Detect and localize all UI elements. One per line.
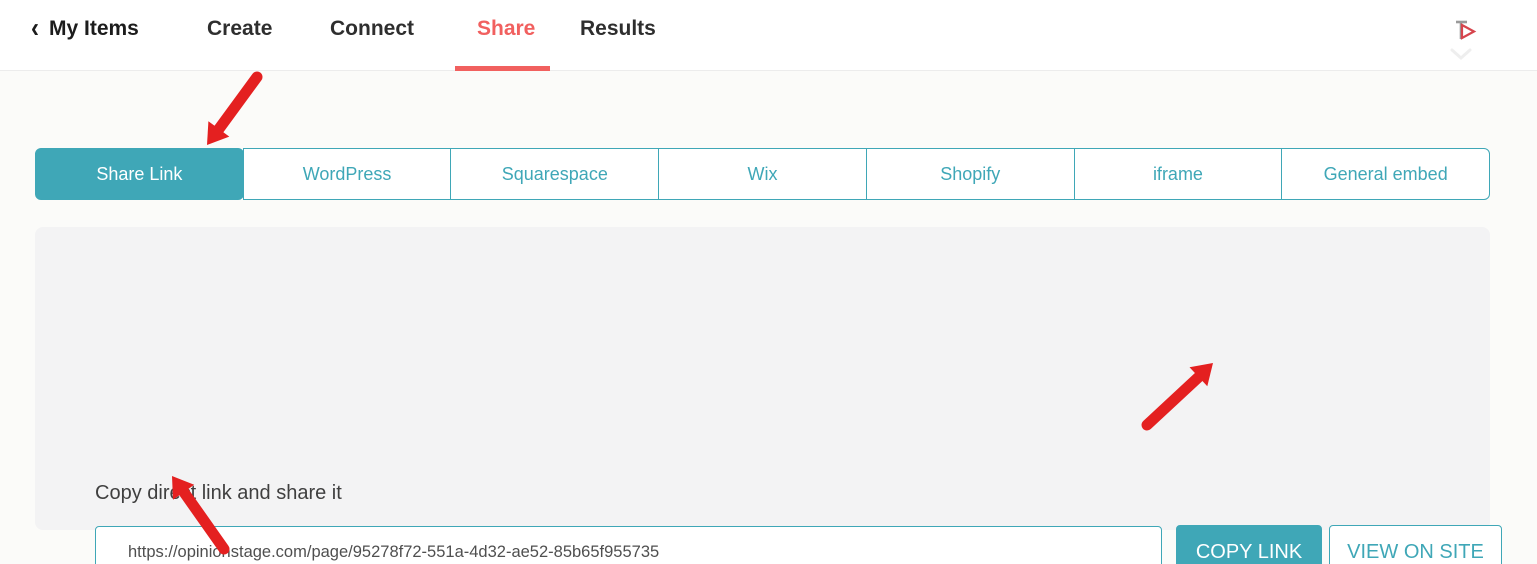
view-on-site-button[interactable]: VIEW ON SITE xyxy=(1329,525,1502,564)
tab-shopify[interactable]: Shopify xyxy=(865,148,1075,200)
chevron-left-icon: ‹ xyxy=(31,12,39,44)
tab-wix[interactable]: Wix xyxy=(658,148,867,200)
tab-general-embed[interactable]: General embed xyxy=(1281,148,1491,200)
top-navigation-bar: ‹ My Items Create Connect Share Results xyxy=(0,0,1537,71)
direct-link-input[interactable] xyxy=(95,526,1162,564)
nav-item-create[interactable]: Create xyxy=(207,17,272,41)
tab-iframe[interactable]: iframe xyxy=(1073,148,1283,200)
back-link-label: My Items xyxy=(49,17,139,40)
share-link-panel: Copy direct link and share it COPY LINK … xyxy=(35,227,1502,564)
panel-heading: Copy direct link and share it xyxy=(95,482,342,504)
copy-link-button[interactable]: COPY LINK xyxy=(1176,525,1322,564)
share-method-tabs: Share Link WordPress Squarespace Wix Sho… xyxy=(35,148,1491,200)
nav-item-share[interactable]: Share xyxy=(477,17,535,41)
tab-squarespace[interactable]: Squarespace xyxy=(450,148,660,200)
nav-item-results[interactable]: Results xyxy=(580,17,656,41)
active-nav-underline xyxy=(455,66,550,71)
annotation-arrow-share-link-tab xyxy=(207,71,263,145)
back-to-my-items-link[interactable]: ‹ My Items xyxy=(31,12,139,44)
tab-share-link[interactable]: Share Link xyxy=(35,148,244,200)
text-cursor-play-icon xyxy=(1456,20,1477,40)
tab-wordpress[interactable]: WordPress xyxy=(242,148,452,200)
share-page: ‹ My Items Create Connect Share Results … xyxy=(0,0,1537,564)
chevron-down-icon xyxy=(1450,48,1472,60)
nav-item-connect[interactable]: Connect xyxy=(330,17,414,41)
